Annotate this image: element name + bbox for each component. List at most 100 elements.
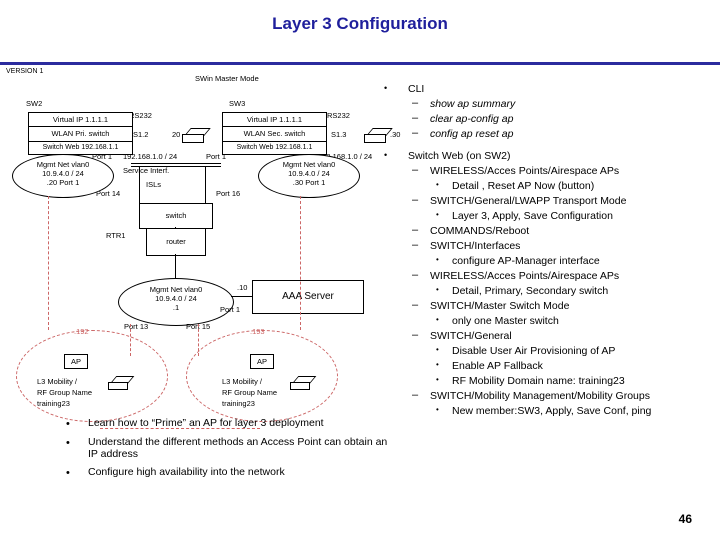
switch-web-left: Switch Web 192.168.1.1 xyxy=(28,141,133,155)
outline-item: – SWITCH/Interfaces xyxy=(378,240,714,255)
mgmt-net-left: Mgmt Net vlan0 10.9.4.0 / 24 .20 Port 1 xyxy=(12,154,114,198)
outline-item: • Detail, Primary, Secondary switch xyxy=(378,286,714,300)
label-rs232-right: RS232 xyxy=(327,111,350,120)
outline-text: WIRELESS/Acces Points/Airespace APs xyxy=(430,270,620,282)
outline-item: – SWITCH/Mobility Management/Mobility Gro… xyxy=(378,389,714,405)
outline-text: only one Master switch xyxy=(452,315,559,327)
mgmt-left-line2: 10.9.4.0 / 24 xyxy=(42,169,84,178)
label-s1-2: S1.2 xyxy=(133,130,149,139)
mgmt-net-center: Mgmt Net vlan0 10.9.4.0 / 24 .1 xyxy=(118,278,234,326)
slide: Layer 3 Configuration VERSION 1 46 SWin … xyxy=(0,0,720,540)
outline-text: SWITCH/Master Switch Mode xyxy=(430,300,570,312)
virtual-ip-right: Virtual IP 1.1.1.1 xyxy=(222,112,327,127)
mgmt-net-right: Mgmt Net vlan0 10.9.4.0 / 24 .30 Port 1 xyxy=(258,154,360,198)
bullet-glyph: • xyxy=(436,375,439,384)
page-title: Layer 3 Configuration xyxy=(272,14,448,33)
label-s1-3: S1.3 xyxy=(331,130,347,139)
label-sw3: SW3 xyxy=(229,99,246,108)
outline-text: CLI xyxy=(408,83,425,95)
bullet-glyph: • xyxy=(436,255,439,264)
label-port13: Port 13 xyxy=(124,322,149,331)
outline-item: • RF Mobility Domain name: training23 xyxy=(378,376,714,390)
bullet-glyph: • xyxy=(66,418,70,430)
config-outline: • CLI – show ap summary – clear ap-config a… xyxy=(378,84,714,421)
outline-text: SWITCH/General/LWAPP Transport Mode xyxy=(430,195,627,207)
label-cloud-right-ip: .193 xyxy=(250,327,265,336)
outline-text: config ap reset ap xyxy=(430,128,514,140)
dash-glyph: – xyxy=(412,194,419,206)
center-switch: switch xyxy=(139,203,213,229)
outline-text: New member:SW3, Apply, Save Conf, ping xyxy=(452,405,652,417)
label-isls: ISLs xyxy=(146,180,162,189)
dash-glyph: – xyxy=(412,389,419,401)
outline-item: • Enable AP Fallback xyxy=(378,361,714,375)
objective-text: Understand the different methods an Acce… xyxy=(88,435,388,460)
objective-text: Learn how to “Prime” an AP for layer 3 d… xyxy=(88,417,324,429)
mgmt-right-line3: .30 Port 1 xyxy=(292,178,326,187)
bullet-glyph: • xyxy=(436,315,439,324)
mgmt-center-line3: .1 xyxy=(172,303,180,312)
outline-text: RF Mobility Domain name: training23 xyxy=(452,375,625,387)
mgmt-center-line2: 10.9.4.0 / 24 xyxy=(155,294,197,303)
outline-text: Detail , Reset AP Now (button) xyxy=(452,180,595,192)
label-rtr1: RTR1 xyxy=(106,231,126,240)
wlan-sec-switch: WLAN Sec. switch xyxy=(222,126,327,142)
l3-right-line2: RF Group Name xyxy=(222,388,278,397)
outline-item: – SWITCH/General/LWAPP Transport Mode xyxy=(378,194,714,210)
outline-text: SWITCH/General xyxy=(430,330,512,342)
label-port16: Port 16 xyxy=(216,189,241,198)
switch-web-right: Switch Web 192.168.1.1 xyxy=(222,141,327,155)
virtual-ip-left: Virtual IP 1.1.1.1 xyxy=(28,112,133,127)
outline-text: WIRELESS/Acces Points/Airespace APs xyxy=(430,165,620,177)
label-swin-master-mode: SWin Master Mode xyxy=(195,74,259,83)
outline-text: show ap summary xyxy=(430,98,516,110)
mgmt-left-line1: Mgmt Net vlan0 xyxy=(36,160,90,169)
mgmt-right-line2: 10.9.4.0 / 24 xyxy=(288,169,330,178)
outline-item: – COMMANDS/Reboot xyxy=(378,224,714,240)
dash-glyph: – xyxy=(412,224,419,236)
outline-text: Switch Web (on SW2) xyxy=(408,150,511,162)
label-20: 20 xyxy=(172,130,181,139)
l3-left-block: L3 Mobility / RF Group Name training23 xyxy=(37,376,92,409)
bullet-glyph: • xyxy=(66,436,70,449)
outline-item: – WIRELESS/Acces Points/Airespace APs xyxy=(378,164,714,180)
l3-right-line1: L3 Mobility / xyxy=(222,377,263,386)
bullet-glyph: • xyxy=(436,345,439,354)
version-label: VERSION 1 xyxy=(6,68,44,75)
outline-item: • Layer 3, Apply, Save Configuration xyxy=(378,211,714,225)
dash-glyph: – xyxy=(412,329,419,341)
l3-right-block: L3 Mobility / RF Group Name training23 xyxy=(222,376,277,409)
aaa-server-box: AAA Server xyxy=(252,280,364,314)
bullet-glyph: • xyxy=(436,360,439,369)
objectives-list: • Learn how to “Prime” an AP for layer 3 … xyxy=(60,417,390,486)
outline-item: – clear ap-config ap xyxy=(378,112,714,128)
outline-item: – show ap summary xyxy=(378,97,714,113)
outline-text: SWITCH/Mobility Management/Mobility Grou… xyxy=(430,390,650,402)
dash-glyph: – xyxy=(412,269,419,281)
l3-left-line2: RF Group Name xyxy=(37,388,93,397)
outline-item-cli: • CLI xyxy=(378,84,714,98)
label-10: .10 xyxy=(237,283,248,292)
bullet-glyph: • xyxy=(66,467,70,480)
outline-item: • configure AP-Manager interface xyxy=(378,256,714,270)
outline-text: Disable User Air Provisioning of AP xyxy=(452,345,616,357)
bullet-glyph: • xyxy=(436,405,439,414)
objective-item: • Configure high availability into the ne… xyxy=(60,466,390,480)
outline-item: • Disable User Air Provisioning of AP xyxy=(378,346,714,360)
bullet-glyph: • xyxy=(384,83,388,93)
mgmt-center-line1: Mgmt Net vlan0 xyxy=(149,285,203,294)
outline-item: – SWITCH/General xyxy=(378,329,714,345)
bullet-glyph: • xyxy=(384,150,388,160)
dash-glyph: – xyxy=(412,112,419,124)
label-port1-aaa: Port 1 xyxy=(220,305,241,314)
dash-glyph: – xyxy=(412,97,419,109)
page-number: 46 xyxy=(678,512,692,526)
bullet-glyph: • xyxy=(436,285,439,294)
outline-text: Detail, Primary, Secondary switch xyxy=(452,285,609,297)
objective-item: • Understand the different methods an Acc… xyxy=(60,435,390,461)
dash-glyph: – xyxy=(412,164,419,176)
outline-item: – WIRELESS/Acces Points/Airespace APs xyxy=(378,269,714,285)
outline-item: • Detail , Reset AP Now (button) xyxy=(378,181,714,195)
title-divider xyxy=(0,62,720,65)
objective-item: • Learn how to “Prime” an AP for layer 3 … xyxy=(60,417,390,430)
